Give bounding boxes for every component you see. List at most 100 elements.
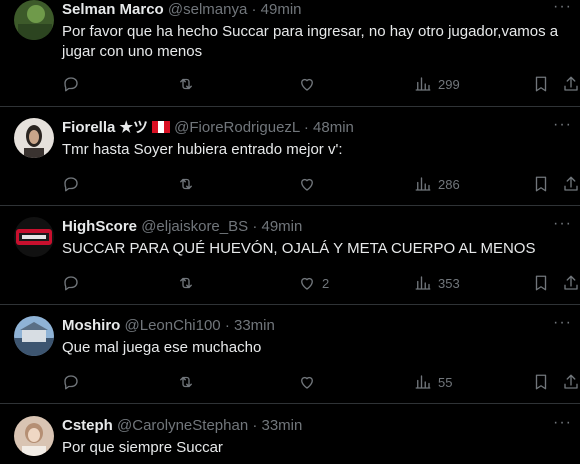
tweet-item[interactable]: Fiorella ★ツ @FioreRodriguezL · 48min Tmr…: [0, 107, 580, 206]
tweet-header: Selman Marco @selmanya · 49min: [62, 0, 570, 20]
bookmark-button[interactable]: [532, 74, 550, 94]
separator-dot: ·: [252, 218, 258, 235]
separator-dot: ·: [224, 317, 230, 334]
bookmark-button[interactable]: [532, 372, 550, 392]
more-icon[interactable]: ···: [553, 116, 572, 134]
avatar[interactable]: [14, 118, 54, 158]
avatar[interactable]: [14, 316, 54, 356]
retweet-button[interactable]: [177, 273, 195, 293]
retweet-icon: [180, 277, 192, 289]
user-name[interactable]: Selman Marco: [62, 1, 164, 18]
share-icon: [564, 76, 578, 91]
like-button[interactable]: [298, 74, 322, 94]
timestamp[interactable]: 48min: [313, 119, 354, 136]
tweet-item[interactable]: Csteph @CarolyneStephan · 33min Por que …: [0, 404, 580, 464]
avatar[interactable]: [14, 0, 54, 40]
like-icon: [301, 277, 313, 290]
tweet-header: Moshiro @LeonChi100 · 33min: [62, 316, 570, 336]
reply-button[interactable]: [62, 372, 80, 392]
separator-dot: ·: [251, 1, 257, 18]
share-button[interactable]: [562, 74, 580, 94]
views-button[interactable]: 299: [414, 74, 460, 94]
share-icon: [564, 176, 578, 191]
more-icon[interactable]: ···: [553, 414, 572, 432]
timestamp[interactable]: 33min: [262, 417, 303, 434]
reply-icon: [64, 375, 78, 390]
views-icon: [415, 276, 431, 290]
user-name[interactable]: Fiorella ★ツ: [62, 119, 148, 136]
views-count: 299: [438, 76, 460, 92]
user-name[interactable]: HighScore: [62, 218, 137, 235]
reply-icon: [64, 77, 78, 92]
like-button[interactable]: [298, 174, 322, 194]
user-handle[interactable]: @FioreRodriguezL: [174, 119, 300, 136]
more-icon[interactable]: ···: [553, 314, 572, 332]
bookmark-icon: [535, 176, 547, 192]
more-icon[interactable]: ···: [553, 215, 572, 233]
tweet-item[interactable]: Moshiro @LeonChi100 · 33min Que mal jueg…: [0, 305, 580, 404]
reply-button[interactable]: [62, 174, 80, 194]
like-count: 2: [322, 275, 330, 291]
reply-button[interactable]: [62, 273, 80, 293]
views-count: 55: [438, 374, 453, 390]
separator-dot: ·: [252, 417, 258, 434]
tweet-text: Tmr hasta Soyer hubiera entrado mejor v'…: [62, 141, 343, 158]
retweet-button[interactable]: [177, 372, 195, 392]
timestamp[interactable]: 49min: [261, 218, 302, 235]
views-button[interactable]: 55: [414, 372, 452, 392]
reply-icon: [64, 276, 78, 291]
retweet-icon: [180, 178, 192, 190]
like-icon: [301, 78, 313, 91]
user-handle[interactable]: @selmanya: [168, 1, 247, 18]
retweet-icon: [180, 78, 192, 90]
views-button[interactable]: 286: [414, 174, 460, 194]
retweet-button[interactable]: [177, 174, 195, 194]
share-button[interactable]: [562, 273, 580, 293]
like-button[interactable]: 2: [298, 273, 329, 293]
views-icon: [415, 177, 431, 191]
tweet-header: Csteph @CarolyneStephan · 33min: [62, 416, 570, 436]
retweet-icon: [180, 376, 192, 388]
tweet-text: SUCCAR PARA QUÉ HUEVÓN, OJALÁ Y META CUE…: [62, 240, 536, 257]
user-handle[interactable]: @LeonChi100: [125, 317, 221, 334]
bookmark-icon: [535, 275, 547, 291]
tweet-header: HighScore @eljaiskore_BS · 49min: [62, 217, 570, 237]
bookmark-button[interactable]: [532, 273, 550, 293]
like-button[interactable]: [298, 372, 322, 392]
views-icon: [415, 375, 431, 389]
user-handle[interactable]: @CarolyneStephan: [117, 417, 248, 434]
bookmark-icon: [535, 76, 547, 92]
bookmark-button[interactable]: [532, 174, 550, 194]
avatar[interactable]: [14, 416, 54, 456]
user-name[interactable]: Csteph: [62, 417, 113, 434]
share-button[interactable]: [562, 174, 580, 194]
user-handle[interactable]: @eljaiskore_BS: [141, 218, 248, 235]
tweet-header: Fiorella ★ツ @FioreRodriguezL · 48min: [62, 118, 570, 138]
timestamp[interactable]: 49min: [261, 1, 302, 18]
share-icon: [564, 374, 578, 389]
tweet-actions: 2 353: [62, 273, 580, 293]
reply-feed: Selman Marco @selmanya · 49min Por favor…: [0, 0, 580, 464]
reply-button[interactable]: [62, 74, 80, 94]
tweet-text: Por que siempre Succar: [62, 439, 223, 456]
user-name[interactable]: Moshiro: [62, 317, 120, 334]
reply-icon: [64, 177, 78, 192]
tweet-text: Por favor que ha hecho Succar para ingre…: [62, 23, 559, 60]
separator-dot: ·: [303, 119, 309, 136]
tweet-item[interactable]: Selman Marco @selmanya · 49min Por favor…: [0, 0, 580, 107]
timestamp[interactable]: 33min: [234, 317, 275, 334]
tweet-text: Que mal juega ese muchacho: [62, 339, 262, 356]
views-icon: [415, 77, 431, 91]
like-icon: [301, 178, 313, 191]
views-button[interactable]: 353: [414, 273, 460, 293]
avatar[interactable]: [14, 217, 54, 257]
like-icon: [301, 376, 313, 389]
retweet-button[interactable]: [177, 74, 195, 94]
share-button[interactable]: [562, 372, 580, 392]
tweet-item[interactable]: HighScore @eljaiskore_BS · 49min SUCCAR …: [0, 206, 580, 305]
views-count: 286: [438, 176, 460, 192]
peru-flag-icon: [151, 121, 170, 133]
more-icon[interactable]: ···: [553, 0, 572, 16]
bookmark-icon: [535, 374, 547, 390]
tweet-actions: 299: [62, 74, 580, 94]
